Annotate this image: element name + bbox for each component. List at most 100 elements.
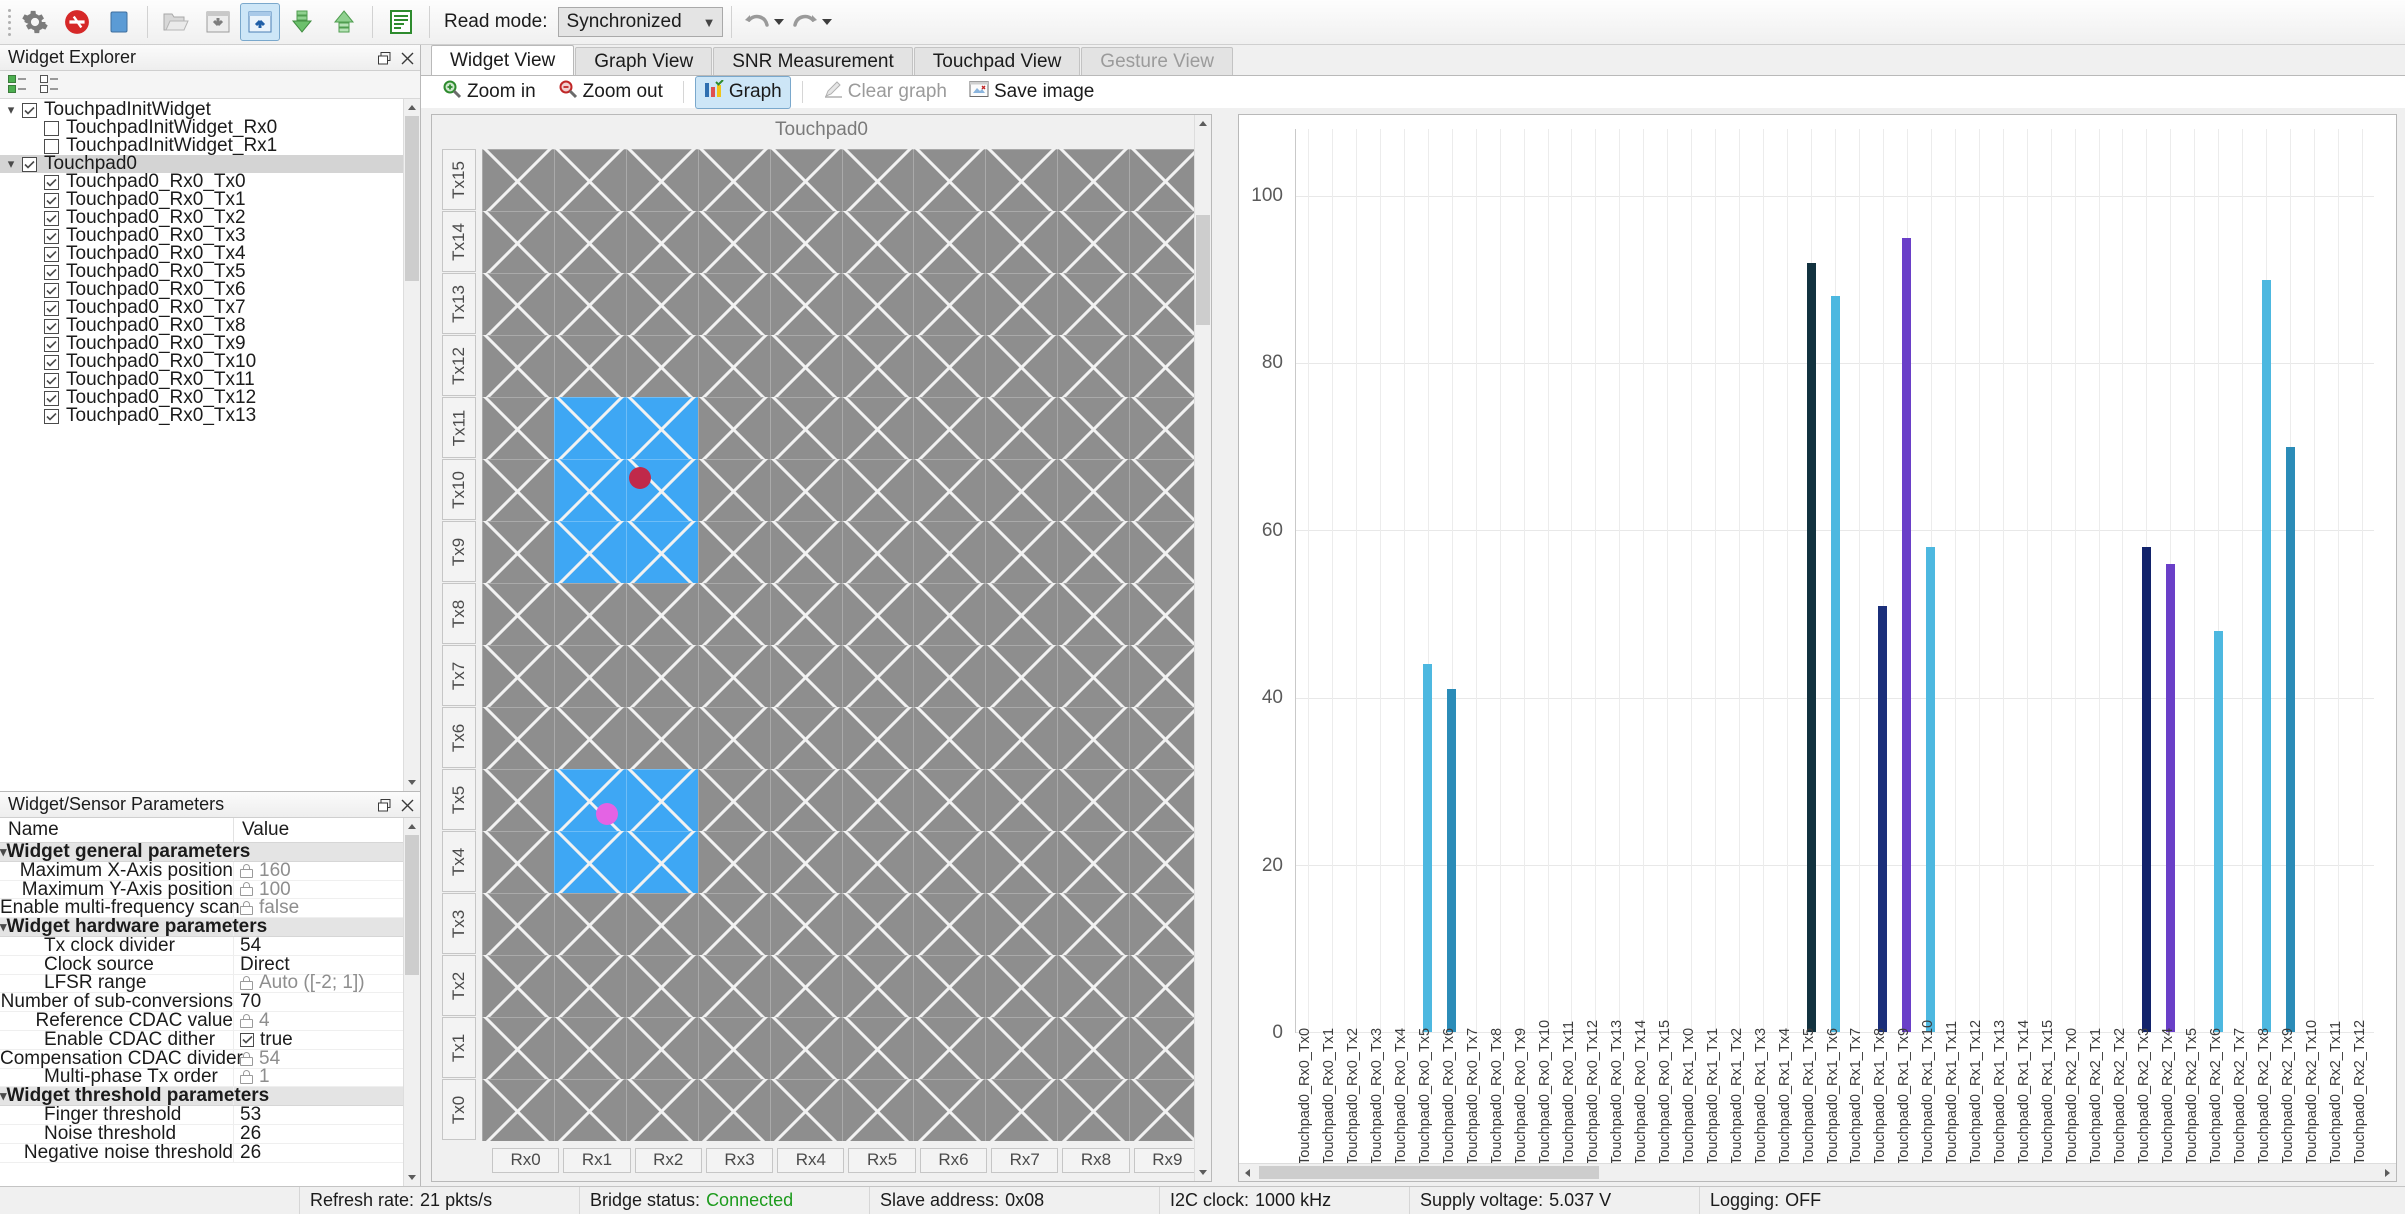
undo-button[interactable] [740, 9, 786, 35]
sensor-cell[interactable] [482, 273, 554, 335]
sensor-cell[interactable] [1057, 211, 1130, 273]
sensor-cell[interactable] [985, 211, 1058, 273]
disconnect-icon[interactable] [57, 3, 97, 41]
sensor-cell[interactable] [769, 211, 842, 273]
sensor-cell[interactable] [1057, 707, 1130, 769]
parameter-value-cell[interactable] [234, 918, 403, 936]
sensor-cell[interactable] [625, 769, 698, 831]
parameter-checkbox[interactable] [240, 1032, 254, 1047]
sensor-cell[interactable] [769, 831, 842, 893]
open-file-icon[interactable] [156, 3, 196, 41]
sensor-cell[interactable] [482, 1017, 554, 1079]
tab-graph-view[interactable]: Graph View [575, 47, 713, 75]
sensor-cell[interactable] [913, 583, 986, 645]
sensor-cell[interactable] [985, 459, 1058, 521]
tree-item-checkbox[interactable] [44, 210, 59, 226]
sensor-cell[interactable] [985, 335, 1058, 397]
sensor-cell[interactable] [697, 397, 770, 459]
sensor-cell[interactable] [1057, 397, 1130, 459]
chart-bar[interactable] [2165, 563, 2175, 1032]
parameter-value-cell[interactable] [234, 1087, 403, 1105]
tree-scroll-thumb[interactable] [405, 116, 419, 281]
tree-item-checkbox[interactable] [44, 192, 59, 208]
sensor-cell[interactable] [841, 459, 914, 521]
sensor-cell[interactable] [1129, 397, 1201, 459]
tree-item-checkbox[interactable] [44, 354, 59, 370]
sensor-cell[interactable] [985, 521, 1058, 583]
chart-bar[interactable] [2141, 547, 2151, 1032]
sensor-cell[interactable] [625, 521, 698, 583]
log-icon[interactable] [381, 3, 421, 41]
sensor-cell[interactable] [553, 893, 626, 955]
sensor-cell[interactable] [985, 955, 1058, 1017]
sensor-cell[interactable] [769, 893, 842, 955]
apply-to-device-icon[interactable] [282, 3, 322, 41]
sensor-cell[interactable] [913, 149, 986, 211]
sensor-cell[interactable] [769, 149, 842, 211]
chevron-down-icon[interactable]: ▾ [0, 102, 22, 118]
sensor-cell[interactable] [553, 1079, 626, 1141]
parameter-value-cell[interactable]: 54 [234, 935, 403, 956]
sensor-cell[interactable] [553, 211, 626, 273]
uncheck-all-icon[interactable] [40, 74, 62, 95]
tree-item-checkbox[interactable] [44, 138, 59, 154]
tree-vertical-scrollbar[interactable] [403, 99, 420, 791]
redo-button[interactable] [788, 9, 834, 35]
sensor-cell[interactable] [985, 893, 1058, 955]
sensor-cell[interactable] [841, 211, 914, 273]
touchpad-vertical-scrollbar[interactable] [1194, 115, 1211, 1181]
sensor-cell[interactable] [697, 273, 770, 335]
save-image-button[interactable]: Save image [960, 76, 1103, 108]
parameters-row[interactable]: Negative noise threshold 26 [0, 1142, 403, 1163]
sensor-cell[interactable] [1057, 1079, 1130, 1141]
sensor-cell[interactable] [841, 955, 914, 1017]
sensor-cell[interactable] [482, 149, 554, 211]
sensor-cell[interactable] [769, 1017, 842, 1079]
sensor-cell[interactable] [1057, 335, 1130, 397]
sensor-cell[interactable] [1129, 273, 1201, 335]
sensor-cell[interactable] [1057, 769, 1130, 831]
sensor-cell[interactable] [769, 769, 842, 831]
toolbar-grip[interactable] [6, 6, 13, 38]
sensor-cell[interactable] [913, 1017, 986, 1079]
sensor-cell[interactable] [913, 955, 986, 1017]
chart-scroll-left-icon[interactable] [1239, 1164, 1256, 1181]
params-vertical-scrollbar[interactable] [403, 818, 420, 1186]
parameter-value-cell[interactable]: 53 [234, 1104, 403, 1125]
sensor-cell[interactable] [553, 583, 626, 645]
sensor-cell[interactable] [697, 583, 770, 645]
sensor-cell[interactable] [769, 955, 842, 1017]
sensor-cell[interactable] [482, 707, 554, 769]
widget-tree[interactable]: ▾ TouchpadInitWidget TouchpadInitWidget_Rx… [0, 99, 403, 791]
tree-item-checkbox[interactable] [44, 372, 59, 388]
sensor-cell[interactable] [841, 645, 914, 707]
sensor-cell[interactable] [482, 1079, 554, 1141]
parameter-value-cell[interactable]: Auto ([-2; 1]) [234, 972, 403, 993]
chart-bar[interactable] [1806, 262, 1816, 1032]
tree-item-checkbox[interactable] [44, 246, 59, 262]
sensor-cell[interactable] [985, 149, 1058, 211]
scroll-up-icon[interactable] [404, 99, 420, 116]
sensor-cell[interactable] [697, 459, 770, 521]
sensor-cell[interactable] [697, 707, 770, 769]
tree-item-checkbox[interactable] [44, 336, 59, 352]
sensor-cell[interactable] [913, 211, 986, 273]
parameter-value-cell[interactable]: 70 [234, 991, 403, 1012]
sensor-cell[interactable] [841, 831, 914, 893]
chart-bar[interactable] [1902, 237, 1912, 1032]
sensor-cell[interactable] [553, 1017, 626, 1079]
sensor-cell[interactable] [769, 583, 842, 645]
sensor-cell[interactable] [841, 149, 914, 211]
sensor-cell[interactable] [482, 211, 554, 273]
sensor-cell[interactable] [482, 521, 554, 583]
chart-scroll-thumb[interactable] [1259, 1166, 1599, 1179]
tree-item-checkbox[interactable] [44, 300, 59, 316]
sensor-cell[interactable] [913, 397, 986, 459]
sensor-cell[interactable] [913, 707, 986, 769]
tree-item-touchpad0_rx0_tx13[interactable]: Touchpad0_Rx0_Tx13 [0, 406, 403, 425]
tree-item-checkbox[interactable] [22, 102, 37, 118]
sensor-cell[interactable] [841, 769, 914, 831]
chart-bar[interactable] [2213, 630, 2223, 1032]
params-scroll-up-icon[interactable] [404, 818, 420, 835]
tree-item-checkbox[interactable] [44, 120, 59, 136]
